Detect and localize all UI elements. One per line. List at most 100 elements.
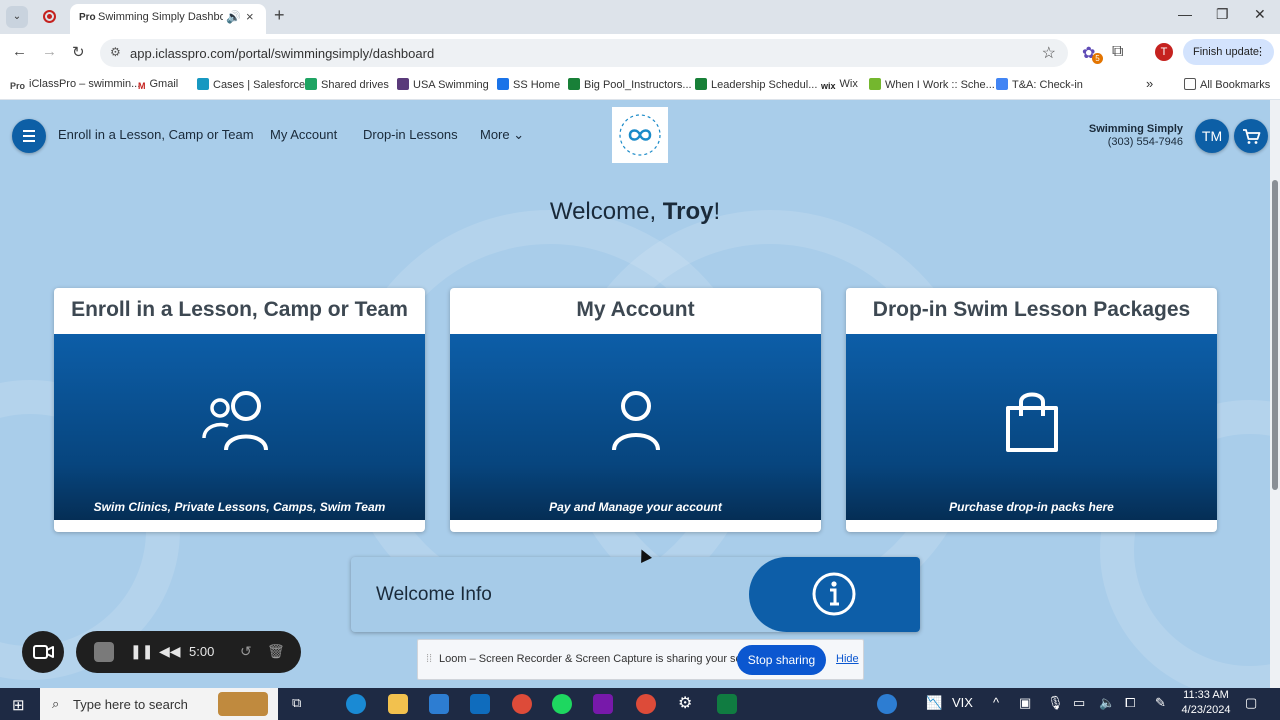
back-button[interactable]: ← (12, 43, 27, 60)
bookmark-item[interactable]: Shared drives (305, 78, 389, 91)
excel-icon[interactable] (717, 694, 737, 714)
site-info-icon[interactable]: ⚙ (110, 45, 121, 59)
window-close-button[interactable]: ✕ (1254, 6, 1266, 23)
edge-icon[interactable] (346, 694, 366, 714)
microphone-icon[interactable]: 🎙 (1047, 695, 1064, 711)
trash-icon[interactable]: 🗑 (267, 643, 285, 660)
kebab-menu-icon[interactable]: ⋮ (1255, 39, 1266, 65)
loom-stop-button[interactable] (94, 642, 114, 662)
clock-date[interactable]: 4/23/2024 (1180, 704, 1232, 716)
swimming-simply-logo[interactable] (612, 107, 668, 163)
task-view-icon[interactable]: ⧉ (292, 695, 301, 711)
chrome-icon[interactable] (512, 694, 532, 714)
card-title: Enroll in a Lesson, Camp or Team (71, 298, 408, 321)
restart-icon[interactable]: ↺ (240, 643, 252, 660)
bookmark-favicon-icon (869, 78, 881, 90)
welcome-prefix: Welcome, (549, 198, 663, 225)
meet-now-icon[interactable]: ▣ (1019, 695, 1031, 711)
drag-handle-icon[interactable]: ⁞⁞ (426, 653, 432, 665)
address-bar[interactable]: ⚙ app.iclasspro.com/portal/swimmingsimpl… (100, 39, 1068, 67)
nav-my-account-link[interactable]: My Account (270, 127, 337, 142)
nav-enroll-link[interactable]: Enroll in a Lesson, Camp or Team (58, 127, 254, 142)
tab-title: Swimming Simply Dashboard (98, 11, 223, 23)
bookmark-label: SS Home (513, 79, 561, 91)
card-enroll[interactable]: Enroll in a Lesson, Camp or Team Swim Cl… (54, 288, 425, 532)
clock-time[interactable]: 11:33 AM (1180, 689, 1232, 701)
window-minimize-button[interactable]: — (1178, 6, 1192, 22)
all-bookmarks-button[interactable]: All Bookmarks (1184, 78, 1270, 91)
stop-sharing-button[interactable]: Stop sharing (737, 645, 826, 675)
windows-start-icon[interactable]: ⊞ (12, 696, 25, 714)
bookmark-item[interactable]: USA Swimming (397, 78, 489, 91)
bookmark-item[interactable]: When I Work :: Sche... (869, 78, 995, 91)
bookmark-item[interactable]: T&A: Check-in (996, 78, 1083, 91)
mail-icon[interactable] (470, 694, 490, 714)
bookmark-item[interactable]: SS Home (497, 78, 560, 91)
bookmark-label: Shared drives (321, 79, 389, 91)
bookmark-item[interactable]: Cases | Salesforce (197, 78, 305, 91)
bookmark-label: USA Swimming (413, 79, 489, 91)
pause-icon[interactable]: ❚❚ (130, 643, 153, 660)
rewind-icon[interactable]: ◀◀ (159, 643, 181, 660)
welcome-user-name: Troy (662, 198, 714, 225)
hide-link[interactable]: Hide (836, 653, 859, 665)
bookmark-star-icon[interactable]: ☆ (1042, 43, 1056, 63)
page-scrollbar[interactable] (1270, 100, 1280, 688)
loom-camera-button[interactable] (22, 631, 64, 673)
onenote-icon[interactable] (593, 694, 613, 714)
bookmark-label: Wix (839, 78, 858, 90)
card-drop-in-packages[interactable]: Drop-in Swim Lesson Packages Purchase dr… (846, 288, 1217, 532)
scrollbar-thumb[interactable] (1272, 180, 1278, 490)
browser-toolbar: ← → ↻ ⚙ app.iclasspro.com/portal/swimmin… (0, 34, 1280, 72)
brand-name: Swimming Simply (1088, 123, 1183, 135)
display-icon[interactable]: ⧠ (1125, 695, 1135, 711)
battery-icon[interactable]: ▭ (1073, 695, 1085, 711)
pen-icon[interactable]: ✎ (1155, 695, 1166, 711)
chrome-profile-icon[interactable] (636, 694, 656, 714)
brand-phone[interactable]: (303) 554-7946 (1060, 136, 1183, 148)
more-bookmarks-icon[interactable]: » (1146, 76, 1153, 91)
tab-search-button[interactable]: ⌄ (6, 6, 28, 28)
shopping-bag-icon (1005, 392, 1058, 452)
bookmark-item[interactable]: M Gmail (138, 78, 178, 93)
recording-indicator-icon (43, 10, 56, 23)
hamburger-menu-button[interactable] (12, 119, 46, 153)
help-icon[interactable] (877, 694, 897, 714)
nav-more-label: More (480, 127, 510, 142)
bookmark-item[interactable]: Leadership Schedul... (695, 78, 817, 91)
speaker-icon[interactable]: 🔊 (226, 10, 241, 24)
bookmark-item[interactable]: Big Pool_Instructors... (568, 78, 692, 91)
profile-avatar[interactable]: T (1155, 43, 1173, 61)
notifications-icon[interactable]: ▢ (1245, 695, 1257, 711)
finish-update-button[interactable]: Finish update ⋮ (1183, 39, 1274, 65)
card-subtitle: Purchase drop-in packs here (949, 500, 1114, 514)
user-avatar[interactable]: TM (1195, 119, 1229, 153)
bookmark-favicon-icon (996, 78, 1008, 90)
chart-trend-icon[interactable]: 📉 (926, 695, 942, 711)
settings-gear-icon[interactable]: ⚙ (678, 693, 692, 713)
welcome-info-label: Welcome Info (376, 584, 492, 605)
welcome-info-panel[interactable]: Welcome Info (351, 557, 920, 632)
bookmark-item[interactable]: Pro iClassPro – swimmin... (10, 78, 140, 93)
new-tab-button[interactable]: + (274, 5, 285, 26)
nav-drop-in-link[interactable]: Drop-in Lessons (363, 127, 458, 142)
extensions-puzzle-icon[interactable]: ⧉ (1112, 43, 1123, 61)
tab-close-button[interactable]: × (246, 9, 254, 24)
search-icon: ⌕ (52, 696, 60, 711)
vix-label[interactable]: VIX (952, 695, 973, 710)
window-maximize-button[interactable]: ❐ (1216, 6, 1229, 23)
url-text[interactable]: app.iclasspro.com/portal/swimmingsimply/… (130, 46, 434, 61)
forward-button[interactable]: → (42, 43, 57, 60)
microsoft-store-icon[interactable] (429, 694, 449, 714)
cart-button[interactable] (1234, 119, 1268, 153)
nav-more-dropdown[interactable]: More ⌄ (480, 127, 524, 143)
reload-button[interactable]: ↻ (72, 43, 85, 61)
browser-tab-active[interactable]: Pro Swimming Simply Dashboard 🔊 × (70, 4, 266, 34)
spotify-icon[interactable] (552, 694, 572, 714)
volume-icon[interactable]: 🔈 (1099, 695, 1115, 711)
file-explorer-icon[interactable] (388, 694, 408, 714)
bookmark-item[interactable]: wix Wix (821, 78, 858, 93)
chevron-up-icon[interactable]: ^ (993, 695, 999, 710)
taskbar-search-box[interactable]: ⌕ Type here to search (40, 688, 278, 720)
card-my-account[interactable]: My Account Pay and Manage your account (450, 288, 821, 532)
